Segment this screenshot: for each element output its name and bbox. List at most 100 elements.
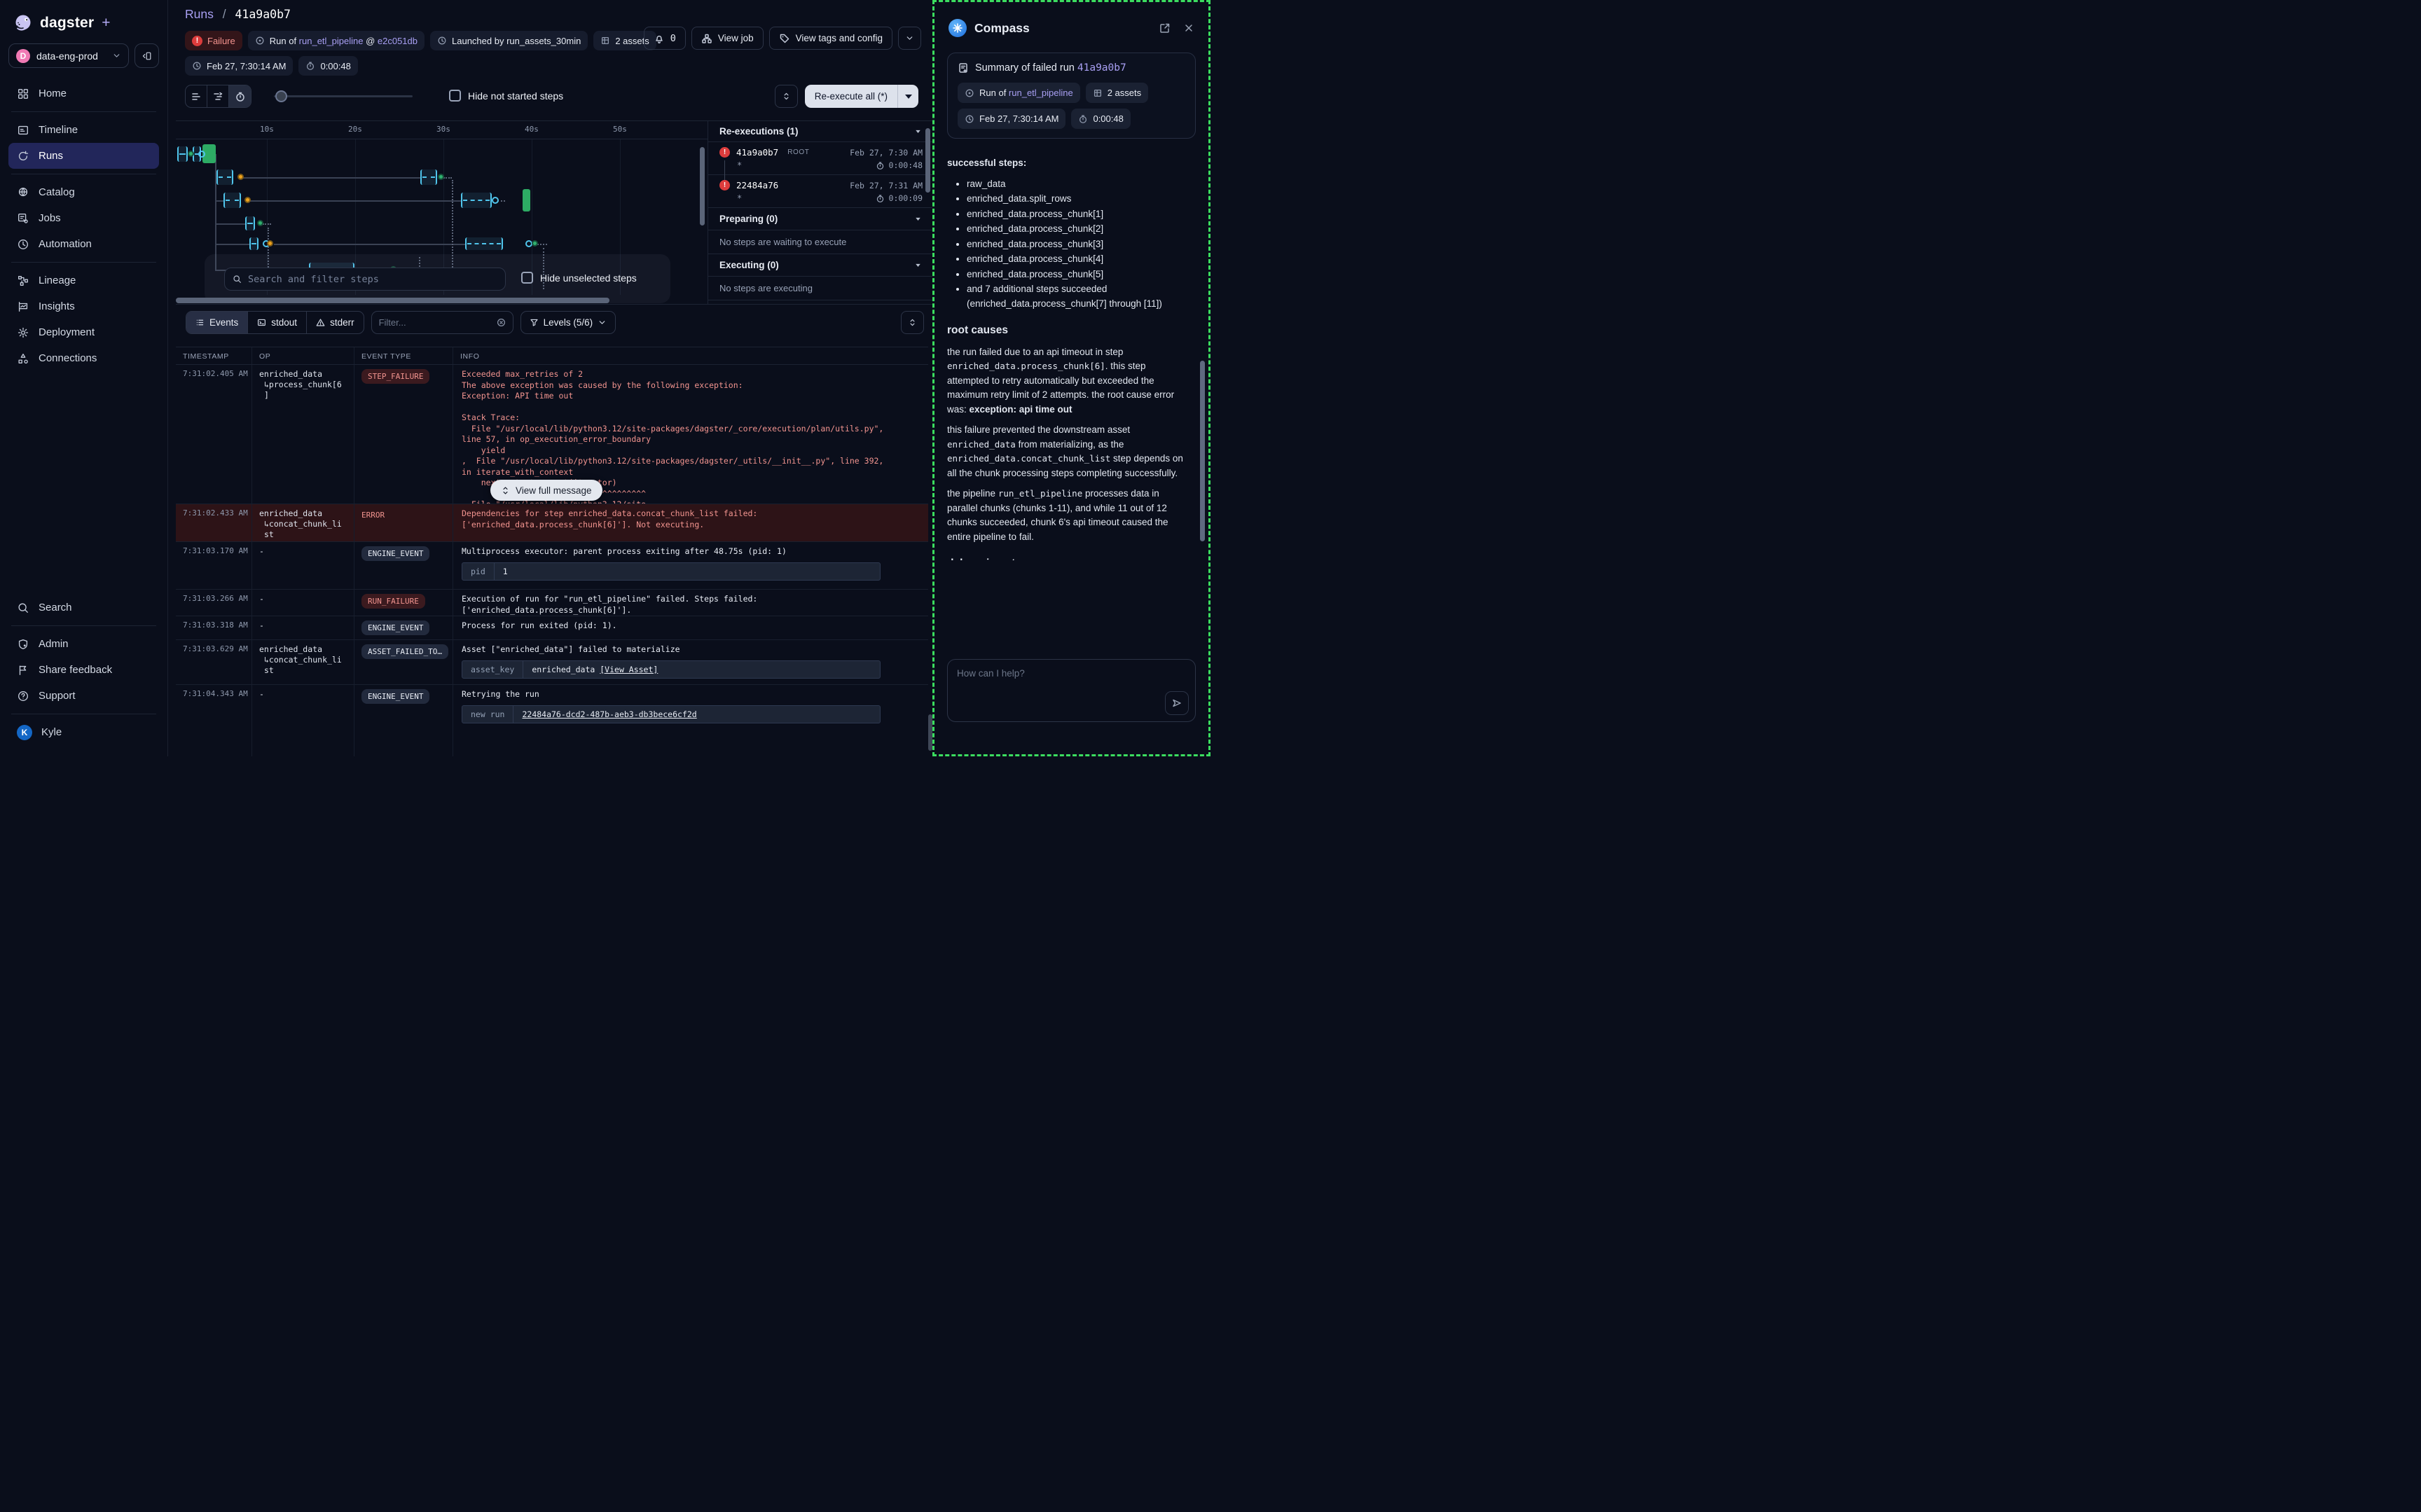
sidebar-item-timeline[interactable]: Timeline: [8, 117, 159, 143]
gantt-step-bar[interactable]: [461, 193, 492, 208]
sidebar-item-label: Connections: [39, 352, 97, 364]
log-row[interactable]: 7:31:03.266 AM-RUN_FAILUREExecution of r…: [176, 590, 928, 616]
tab-stderr[interactable]: stderr: [307, 312, 364, 333]
list-item: enriched_data.process_chunk[3]: [967, 237, 1190, 252]
metadata-link[interactable]: 22484a76-dcd2-487b-aeb3-db3bece6cf2d: [522, 709, 696, 719]
chat-input[interactable]: How can I help?: [947, 659, 1196, 722]
flat-view-button[interactable]: [186, 85, 207, 107]
gantt-horizontal-scrollbar[interactable]: [176, 298, 609, 303]
sidebar-item-automation[interactable]: Automation: [8, 231, 159, 257]
executing-section-header[interactable]: Executing (0): [708, 254, 932, 277]
gantt-step-bar[interactable]: [249, 237, 258, 250]
compass-scrollbar[interactable]: [1200, 361, 1205, 541]
reexecute-dropdown[interactable]: [897, 85, 918, 108]
reexecution-item[interactable]: ! 41a9a0b7 ROOT Feb 27, 7:30 AM * 0:00:4…: [708, 142, 932, 175]
zoom-slider-knob[interactable]: [275, 90, 287, 102]
launched-by-tag[interactable]: Launched by run_assets_30min: [430, 31, 588, 50]
log-info-line: Multiprocess executor: parent process ex…: [462, 546, 924, 557]
deployment-avatar: D: [16, 49, 30, 63]
deployment-selector[interactable]: D data-eng-prod: [8, 43, 129, 68]
log-row[interactable]: 7:31:03.629 AMenriched_data↳concat_chunk…: [176, 640, 928, 685]
sidebar-item-jobs[interactable]: Jobs: [8, 205, 159, 231]
expand-logs-button[interactable]: [901, 311, 924, 334]
sidebar-item-admin[interactable]: Admin: [8, 631, 159, 657]
gantt-step-bar[interactable]: [223, 193, 241, 208]
reexecute-all-button[interactable]: Re-execute all (*): [805, 85, 918, 108]
run-of-tag[interactable]: Run of run_etl_pipeline @ e2c051db: [248, 31, 425, 50]
gantt-step-bar[interactable]: [177, 146, 188, 162]
breadcrumb-runs-link[interactable]: Runs: [185, 7, 214, 21]
log-op-line: -: [259, 546, 350, 557]
run-id[interactable]: 22484a76: [736, 180, 778, 190]
hide-not-started-checkbox-row[interactable]: Hide not started steps: [449, 90, 563, 102]
sidebar-item-deployment[interactable]: Deployment: [8, 319, 159, 345]
reexecutions-scrollbar[interactable]: [925, 128, 930, 193]
summary-run-id-link[interactable]: 41a9a0b7: [1077, 62, 1126, 74]
notifications-button[interactable]: 0: [644, 27, 686, 50]
gantt-chart: 10s20s30s40s50s Search and filter steps …: [176, 120, 708, 304]
log-row[interactable]: 7:31:03.170 AM-ENGINE_EVENTMultiprocess …: [176, 542, 928, 590]
list-item: enriched_data.process_chunk[2]: [967, 222, 1190, 237]
gantt-step-bar[interactable]: [465, 237, 503, 250]
run-of-tag[interactable]: Run of run_etl_pipeline: [958, 83, 1080, 103]
expand-panel-button[interactable]: [775, 85, 798, 108]
checkbox[interactable]: [449, 90, 461, 102]
sidebar-item-catalog[interactable]: Catalog: [8, 179, 159, 205]
pipeline-link[interactable]: run_etl_pipeline: [1009, 88, 1073, 98]
clear-icon[interactable]: [497, 318, 506, 327]
reexecution-item[interactable]: ! 22484a76 Feb 27, 7:31 AM * 0:00:09: [708, 175, 932, 208]
run-tags-row: ! Failure Run of run_etl_pipeline @ e2c0…: [185, 31, 656, 50]
tab-stdout[interactable]: stdout: [248, 312, 307, 333]
timed-view-button[interactable]: [229, 85, 251, 107]
section-heading: root causes: [947, 322, 1190, 339]
sidebar: dagster + D data-eng-prod Home Timeline …: [0, 0, 168, 756]
preparing-section-header[interactable]: Preparing (0): [708, 208, 932, 230]
sidebar-item-share-feedback[interactable]: Share feedback: [8, 657, 159, 683]
collapse-sidebar-button[interactable]: [134, 43, 159, 68]
sidebar-item-connections[interactable]: Connections: [8, 345, 159, 371]
hide-unselected-checkbox-row[interactable]: Hide unselected steps: [521, 272, 637, 284]
more-actions-button[interactable]: [898, 27, 921, 50]
automation-icon: [17, 238, 29, 251]
gantt-step-bar[interactable]: [420, 169, 437, 185]
view-tags-config-button[interactable]: View tags and config: [769, 27, 892, 50]
sidebar-item-lineage[interactable]: Lineage: [8, 268, 159, 293]
sidebar-item-support[interactable]: Support: [8, 683, 159, 709]
view-full-message-button[interactable]: View full message: [490, 480, 602, 501]
metadata-label: pid: [462, 563, 495, 580]
log-row[interactable]: 7:31:04.343 AM-ENGINE_EVENTRetrying the …: [176, 685, 928, 756]
metadata-link[interactable]: [View Asset]: [600, 665, 658, 674]
open-external-icon[interactable]: [1159, 22, 1171, 34]
tab-events[interactable]: Events: [186, 312, 248, 333]
reexecutions-header[interactable]: Re-executions (1): [708, 121, 932, 142]
sidebar-item-user[interactable]: K Kyle: [8, 719, 159, 745]
compass-panel: Compass Summary of failed run 41a9a0b7 R…: [932, 0, 1210, 756]
log-row[interactable]: 7:31:03.318 AM-ENGINE_EVENTProcess for r…: [176, 616, 928, 640]
log-info-line: ['enriched_data.process_chunk[6]']. Not …: [462, 520, 924, 531]
sidebar-item-insights[interactable]: Insights: [8, 293, 159, 319]
sidebar-item-runs[interactable]: Runs: [8, 143, 159, 169]
checkbox[interactable]: [521, 272, 533, 284]
commit-link[interactable]: e2c051db: [378, 36, 418, 46]
zoom-slider[interactable]: [274, 95, 413, 97]
waterfall-view-button[interactable]: [207, 85, 229, 107]
gantt-step-bar[interactable]: [245, 216, 255, 230]
run-id[interactable]: 41a9a0b7: [736, 147, 778, 158]
assets-tag[interactable]: 2 assets: [1086, 83, 1148, 103]
gantt-step-bar[interactable]: [523, 189, 530, 211]
view-job-button[interactable]: View job: [691, 27, 764, 50]
levels-dropdown[interactable]: Levels (5/6): [520, 311, 616, 334]
log-row[interactable]: 7:31:02.433 AMenriched_data↳concat_chunk…: [176, 504, 928, 542]
gantt-step-bar[interactable]: [216, 169, 233, 185]
sidebar-item-home[interactable]: Home: [8, 81, 159, 106]
sidebar-item-search[interactable]: Search: [8, 595, 159, 620]
gantt-vertical-scrollbar[interactable]: [700, 147, 705, 226]
pipeline-link[interactable]: run_etl_pipeline: [299, 36, 364, 46]
send-button[interactable]: [1165, 691, 1189, 715]
stopwatch-icon: [876, 194, 885, 203]
filter-input[interactable]: Filter...: [371, 311, 513, 334]
log-op-line: ↳concat_chunk_li: [259, 655, 350, 665]
close-icon[interactable]: [1183, 22, 1194, 34]
step-search-input[interactable]: Search and filter steps: [224, 268, 506, 291]
log-info-line: yield: [462, 445, 924, 457]
